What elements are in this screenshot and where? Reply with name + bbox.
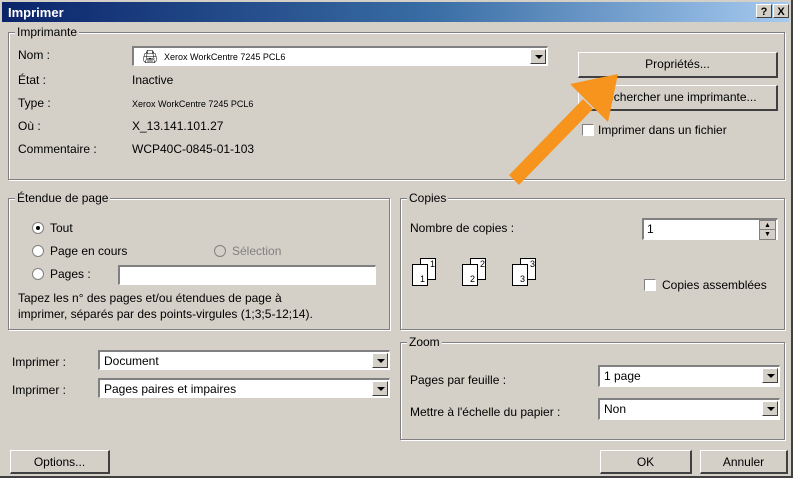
copies-count-spinner[interactable]: 1 ▲ ▼ bbox=[642, 218, 778, 240]
collate-page-front-3: 3 bbox=[512, 264, 528, 286]
printer-name-select[interactable]: 🖨 Xerox WorkCentre 7245 PCL6 bbox=[132, 46, 548, 66]
chevron-down-icon[interactable] bbox=[372, 353, 388, 368]
print-what-label: Imprimer : bbox=[12, 355, 66, 369]
page-range-current-radio[interactable] bbox=[32, 245, 44, 257]
spin-down-icon[interactable]: ▼ bbox=[759, 229, 776, 240]
scale-value: Non bbox=[604, 402, 627, 416]
printer-state-label: État : bbox=[18, 73, 47, 87]
pages-per-sheet-value: 1 page bbox=[604, 369, 641, 383]
print-what-select[interactable]: Document bbox=[98, 350, 390, 370]
printer-group-label: Imprimante bbox=[15, 25, 80, 39]
printer-name-value: Xerox WorkCentre 7245 PCL6 bbox=[164, 52, 286, 62]
page-range-help-line1: Tapez les n° des pages et/ou étendues de… bbox=[18, 291, 282, 305]
close-button[interactable]: X bbox=[773, 4, 789, 18]
print-what-value: Document bbox=[104, 354, 159, 368]
copies-count-value: 1 bbox=[647, 222, 654, 236]
printer-comment-label: Commentaire : bbox=[18, 142, 97, 156]
collate-page-front-2: 2 bbox=[462, 264, 478, 286]
page-range-pages-radio[interactable] bbox=[32, 268, 44, 280]
collate-checkbox[interactable] bbox=[644, 279, 656, 291]
page-range-selection-radio[interactable] bbox=[214, 245, 226, 257]
print-range-label: Imprimer : bbox=[12, 383, 66, 397]
zoom-group: Zoom bbox=[400, 335, 785, 440]
pages-input[interactable] bbox=[118, 265, 376, 285]
printer-where-value: X_13.141.101.27 bbox=[132, 119, 224, 133]
ok-button[interactable]: OK bbox=[600, 450, 692, 474]
page-range-current-label: Page en cours bbox=[50, 244, 128, 258]
print-dialog: Imprimer ? X Imprimante Nom : 🖨 Xerox Wo… bbox=[0, 0, 793, 478]
page-range-selection-label: Sélection bbox=[232, 244, 282, 258]
page-range-pages-label: Pages : bbox=[50, 267, 91, 281]
collate-label: Copies assemblées bbox=[662, 278, 767, 292]
printer-state-value: Inactive bbox=[132, 73, 174, 87]
collate-page-front-1: 1 bbox=[412, 264, 428, 286]
page-range-all-label: Tout bbox=[50, 221, 73, 235]
window-title: Imprimer bbox=[8, 5, 64, 20]
cancel-button[interactable]: Annuler bbox=[700, 450, 788, 474]
printer-type-value: Xerox WorkCentre 7245 PCL6 bbox=[132, 99, 254, 109]
printer-icon: 🖨 bbox=[142, 49, 159, 64]
chevron-down-icon[interactable] bbox=[530, 49, 546, 64]
zoom-group-label: Zoom bbox=[407, 335, 442, 349]
pages-per-sheet-select[interactable]: 1 page bbox=[598, 365, 780, 387]
printer-comment-value: WCP40C-0845-01-103 bbox=[132, 142, 255, 156]
page-range-all-radio[interactable] bbox=[32, 222, 44, 234]
title-bar: Imprimer ? X bbox=[2, 2, 789, 22]
printer-type-label: Type : bbox=[18, 96, 51, 110]
orange-arrow-annotation bbox=[508, 74, 618, 185]
printer-where-label: Où : bbox=[18, 119, 41, 133]
copies-count-label: Nombre de copies : bbox=[410, 221, 515, 235]
help-button[interactable]: ? bbox=[756, 4, 772, 18]
page-range-help-line2: imprimer, séparés par des points-virgule… bbox=[18, 307, 313, 321]
options-button[interactable]: Options... bbox=[10, 450, 110, 474]
scale-select[interactable]: Non bbox=[598, 398, 780, 420]
print-range-value: Pages paires et impaires bbox=[104, 382, 237, 396]
chevron-down-icon[interactable] bbox=[762, 368, 778, 383]
pages-per-sheet-label: Pages par feuille : bbox=[410, 373, 507, 387]
page-range-group-label: Étendue de page bbox=[15, 191, 111, 205]
print-range-select[interactable]: Pages paires et impaires bbox=[98, 378, 390, 398]
printer-name-label: Nom : bbox=[18, 48, 51, 62]
chevron-down-icon[interactable] bbox=[372, 381, 388, 396]
scale-label: Mettre à l'échelle du papier : bbox=[410, 405, 561, 419]
copies-group-label: Copies bbox=[407, 191, 449, 205]
chevron-down-icon[interactable] bbox=[762, 401, 778, 416]
